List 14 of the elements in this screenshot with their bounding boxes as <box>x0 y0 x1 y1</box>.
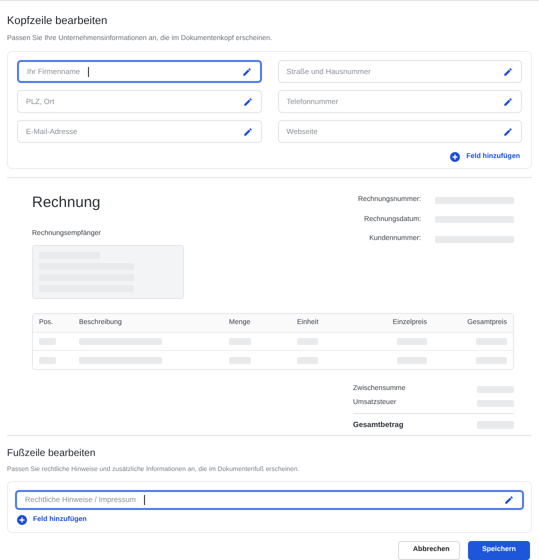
section-title: Fußzeile bearbeiten <box>7 446 96 461</box>
pencil-icon <box>242 96 252 106</box>
pencil-icon <box>242 126 252 136</box>
invoice-title: Rechnung <box>32 193 102 213</box>
plus-circle-icon <box>450 152 460 162</box>
pencil-icon <box>503 96 513 106</box>
section-title: Kopfzeile bearbeiten <box>7 14 108 29</box>
text-cursor <box>88 66 89 76</box>
pencil-icon <box>503 66 513 76</box>
text-cursor <box>144 494 145 504</box>
plus-circle-icon <box>17 514 27 525</box>
pencil-icon <box>242 66 252 76</box>
pencil-icon <box>503 126 513 136</box>
pencil-icon <box>504 494 514 504</box>
